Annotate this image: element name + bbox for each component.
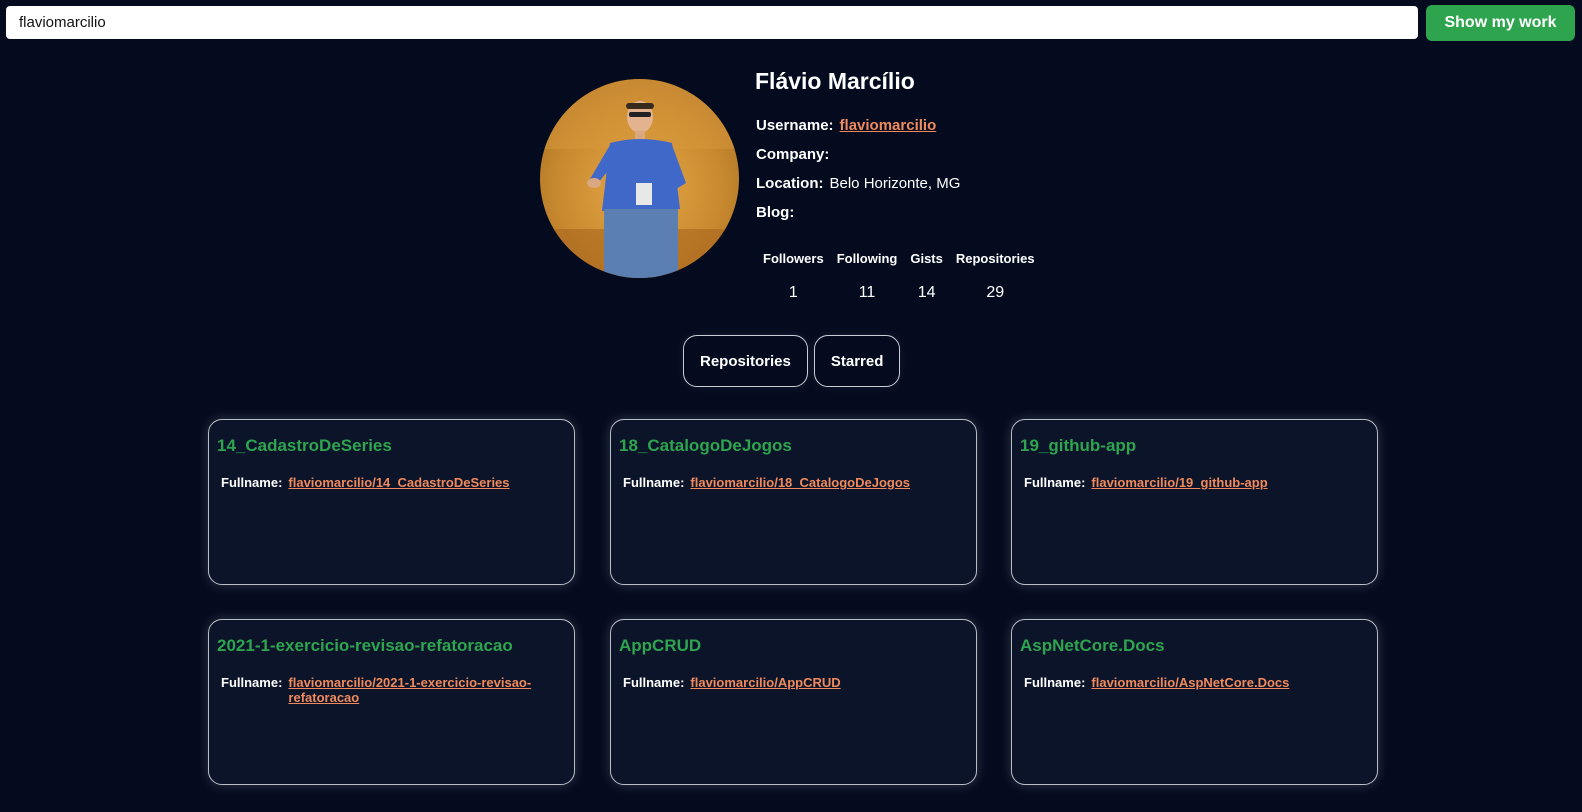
repo-card[interactable]: 18_CatalogoDeJogos Fullname: flaviomarcil…	[610, 419, 977, 585]
profile-stats: Followers 1 Following 11 Gists 14 Reposi…	[757, 249, 1042, 302]
repo-fullname-row: Fullname: flaviomarcilio/2021-1-exercicio…	[217, 675, 566, 705]
username-label: Username:	[756, 117, 834, 134]
repo-name: 19_github-app	[1020, 436, 1137, 455]
stat-gists: Gists 14	[904, 249, 950, 302]
company-row: Company:	[756, 146, 835, 163]
repo-card[interactable]: 14_CadastroDeSeries Fullname: flaviomarci…	[208, 419, 575, 585]
repo-name: 2021-1-exercicio-revisao-refatoracao	[217, 636, 513, 655]
fullname-label: Fullname:	[221, 475, 283, 490]
repo-name: 14_CadastroDeSeries	[217, 436, 392, 455]
fullname-label: Fullname:	[623, 475, 685, 490]
stat-following: Following 11	[831, 249, 905, 302]
repo-fullname-link[interactable]: flaviomarcilio/2021-1-exercicio-revisao-…	[288, 675, 566, 705]
location-value: Belo Horizonte, MG	[829, 175, 961, 192]
repo-fullname-link[interactable]: flaviomarcilio/19_github-app	[1091, 475, 1267, 490]
fullname-label: Fullname:	[1024, 475, 1086, 490]
stat-label: Repositories	[955, 251, 1035, 266]
stat-value: 1	[788, 284, 798, 301]
top-search-bar: Show my work	[0, 0, 1582, 48]
repo-fullname-row: Fullname: flaviomarcilio/14_CadastroDeSer…	[217, 475, 566, 490]
blog-label: Blog:	[756, 204, 795, 221]
tab-starred[interactable]: Starred	[813, 335, 901, 387]
stat-label: Gists	[910, 251, 943, 266]
stat-repositories: Repositories 29	[950, 249, 1042, 302]
show-my-work-button[interactable]: Show my work	[1426, 5, 1575, 41]
repo-fullname-row: Fullname: flaviomarcilio/18_CatalogoDeJog…	[619, 475, 968, 490]
fullname-label: Fullname:	[1024, 675, 1086, 690]
repo-card[interactable]: 19_github-app Fullname: flaviomarcilio/19…	[1011, 419, 1378, 585]
avatar	[540, 79, 739, 278]
profile-name: Flávio Marcílio	[755, 68, 915, 94]
stat-value: 14	[917, 284, 936, 301]
repo-name: AppCRUD	[619, 636, 702, 655]
repo-card[interactable]: AspNetCore.Docs Fullname: flaviomarcilio/…	[1011, 619, 1378, 785]
repo-fullname-link[interactable]: flaviomarcilio/18_CatalogoDeJogos	[690, 475, 910, 490]
repo-name: 18_CatalogoDeJogos	[619, 436, 792, 455]
repo-fullname-row: Fullname: flaviomarcilio/19_github-app	[1020, 475, 1369, 490]
repo-card[interactable]: AppCRUD Fullname: flaviomarcilio/AppCRUD	[610, 619, 977, 785]
location-label: Location:	[756, 175, 824, 192]
location-row: Location: Belo Horizonte, MG	[756, 175, 960, 192]
repo-fullname-row: Fullname: flaviomarcilio/AspNetCore.Docs	[1020, 675, 1369, 690]
stat-value: 11	[858, 284, 876, 301]
repo-card[interactable]: 2021-1-exercicio-revisao-refatoracao Ful…	[208, 619, 575, 785]
repo-name: AspNetCore.Docs	[1020, 636, 1165, 655]
repo-fullname-link[interactable]: flaviomarcilio/AppCRUD	[690, 675, 840, 690]
username-search-input[interactable]	[6, 6, 1418, 39]
username-link[interactable]: flaviomarcilio	[840, 117, 937, 134]
repo-fullname-link[interactable]: flaviomarcilio/14_CadastroDeSeries	[288, 475, 509, 490]
fullname-label: Fullname:	[221, 675, 283, 690]
repo-fullname-row: Fullname: flaviomarcilio/AppCRUD	[619, 675, 968, 690]
repo-fullname-link[interactable]: flaviomarcilio/AspNetCore.Docs	[1091, 675, 1289, 690]
blog-row: Blog:	[756, 204, 800, 221]
stat-followers: Followers 1	[757, 249, 831, 302]
content-tabs: Repositories Starred	[683, 335, 901, 387]
username-row: Username: flaviomarcilio	[756, 117, 936, 134]
fullname-label: Fullname:	[623, 675, 685, 690]
company-label: Company:	[756, 146, 830, 163]
stat-value: 29	[986, 284, 1005, 301]
stat-label: Following	[836, 251, 898, 266]
tab-repositories[interactable]: Repositories	[683, 335, 808, 387]
avatar-photo	[540, 79, 739, 278]
stat-label: Followers	[763, 251, 824, 266]
